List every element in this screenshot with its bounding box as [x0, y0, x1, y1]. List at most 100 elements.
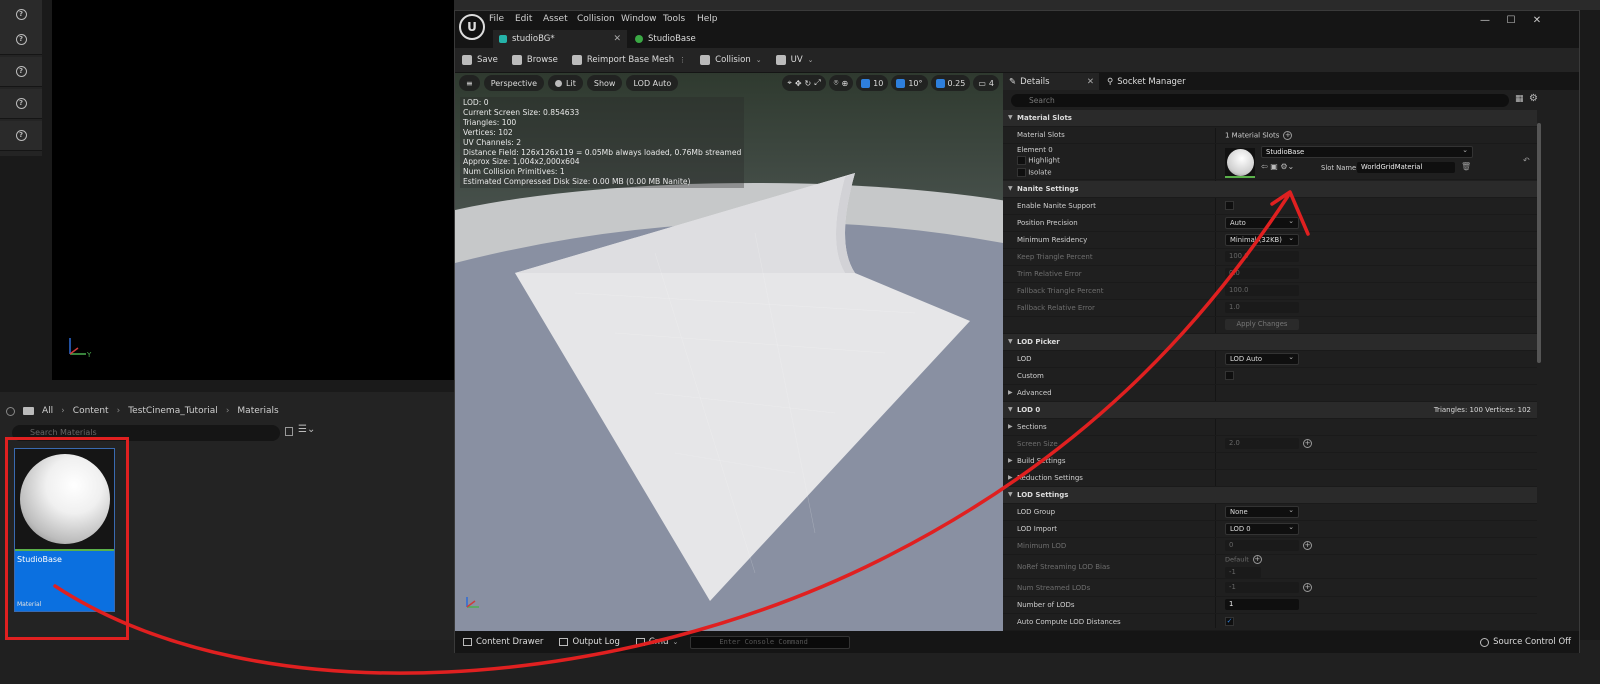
- slot-name-input[interactable]: WorldGridMaterial: [1357, 162, 1455, 173]
- row-build-settings[interactable]: ▶ Build Settings: [1003, 453, 1537, 470]
- highlight-checkbox-row[interactable]: Highlight: [1017, 156, 1060, 165]
- row-label: Auto Compute LOD Distances: [1017, 618, 1121, 626]
- scale-snap-button[interactable]: 0.25: [930, 75, 971, 91]
- content-drawer-button[interactable]: Content Drawer: [455, 631, 551, 653]
- table-view-icon[interactable]: ▦: [1515, 94, 1524, 104]
- lod-group-combo[interactable]: None: [1225, 505, 1299, 518]
- number-of-lods-input[interactable]: 1: [1225, 599, 1299, 610]
- collision-dropdown[interactable]: Collision ⌄: [693, 48, 768, 72]
- tab-socket-manager[interactable]: ⚲ Socket Manager: [1099, 77, 1186, 87]
- row-advanced[interactable]: ▶ Advanced: [1003, 385, 1537, 402]
- show-button[interactable]: Show: [586, 75, 623, 91]
- section-lod-picker[interactable]: ▼ LOD Picker: [1003, 334, 1537, 351]
- breadcrumb-all[interactable]: All: [42, 406, 53, 416]
- camera-speed-button[interactable]: ▭ 4: [973, 75, 999, 91]
- close-tab-icon[interactable]: ✕: [1087, 77, 1094, 87]
- apply-changes-button[interactable]: Apply Changes: [1225, 319, 1299, 330]
- isolate-checkbox[interactable]: [1017, 168, 1026, 177]
- slot-name-field[interactable]: WorldGridMaterial: [1357, 162, 1455, 173]
- reset-arrow-icon[interactable]: ↶: [1523, 156, 1530, 165]
- position-precision-combo[interactable]: Auto: [1225, 216, 1299, 229]
- auto-compute-checkbox[interactable]: ✓: [1225, 617, 1234, 626]
- background-viewport[interactable]: Y: [52, 0, 454, 380]
- grid-snap-button[interactable]: 10: [856, 75, 889, 91]
- material-combo[interactable]: StudioBase: [1261, 145, 1473, 158]
- lod-auto-button[interactable]: LOD Auto: [626, 75, 679, 91]
- tab-details[interactable]: ✎ Details ✕: [1003, 73, 1099, 90]
- console-command-input[interactable]: Enter Console Command: [690, 635, 851, 649]
- reimport-button[interactable]: Reimport Base Mesh ⋮: [565, 48, 693, 72]
- menu-edit[interactable]: Edit: [515, 14, 532, 24]
- row-reduction-settings[interactable]: ▶ Reduction Settings: [1003, 470, 1537, 487]
- select-mode-button[interactable]: ⌖ ✥ ↻ ⤢: [782, 75, 826, 91]
- use-selected-icon[interactable]: ⇦: [1261, 162, 1268, 171]
- help-button-4[interactable]: ?: [0, 89, 42, 119]
- section-material-slots[interactable]: ▼ Material Slots: [1003, 110, 1537, 127]
- browse-button[interactable]: Browse: [505, 48, 565, 72]
- help-button-5[interactable]: ?: [0, 121, 42, 151]
- chevron-right-icon: ›: [225, 406, 230, 416]
- more-options-icon[interactable]: ⋮: [679, 56, 686, 64]
- history-icon[interactable]: [6, 406, 15, 416]
- breadcrumb-testcinema[interactable]: TestCinema_Tutorial: [128, 406, 218, 416]
- perspective-button[interactable]: Perspective: [483, 75, 545, 91]
- screen-root: ? ? ? ? ? Y All › Content › TestCinema_Tut…: [0, 0, 1600, 684]
- close-window-icon[interactable]: ✕: [1527, 15, 1547, 26]
- collapse-arrow-icon: ▼: [1008, 491, 1013, 498]
- breadcrumb-content[interactable]: Content: [73, 406, 109, 416]
- close-tab-icon[interactable]: ✕: [613, 34, 621, 44]
- unreal-logo-icon[interactable]: U: [459, 14, 485, 40]
- minimum-residency-combo[interactable]: Minimal (32KB): [1225, 233, 1299, 246]
- trash-icon[interactable]: 🗑: [1461, 162, 1471, 171]
- highlight-checkbox[interactable]: [1017, 156, 1026, 165]
- row-sections[interactable]: ▶ Sections: [1003, 419, 1537, 436]
- folder-icon[interactable]: [23, 407, 34, 415]
- add-icon[interactable]: +: [1252, 555, 1262, 564]
- add-icon[interactable]: +: [1303, 540, 1312, 550]
- details-scrollbar[interactable]: [1537, 123, 1541, 363]
- lod-combo[interactable]: LOD Auto: [1225, 352, 1299, 365]
- minimize-icon[interactable]: —: [1475, 15, 1495, 26]
- menu-file[interactable]: File: [489, 14, 504, 24]
- save-button[interactable]: Save: [455, 48, 505, 72]
- add-icon[interactable]: +: [1303, 438, 1312, 448]
- add-icon[interactable]: +: [1303, 582, 1312, 592]
- browse-asset-icon[interactable]: ▣: [1270, 162, 1278, 171]
- lod-import-combo[interactable]: LOD 0: [1225, 522, 1299, 535]
- rotation-snap-button[interactable]: 10°: [891, 75, 928, 91]
- add-slot-icon[interactable]: +: [1283, 131, 1293, 140]
- section-lod-settings[interactable]: ▼ LOD Settings: [1003, 487, 1537, 504]
- surface-snap-button[interactable]: ⌾ ⊕: [828, 75, 854, 91]
- isolate-checkbox-row[interactable]: Isolate: [1017, 168, 1052, 177]
- row-value: 1: [1225, 599, 1299, 610]
- filter-icon[interactable]: ☰⌄: [298, 424, 315, 435]
- help-button-2[interactable]: ?: [0, 25, 42, 55]
- section-lod-0[interactable]: ▼ LOD 0 Triangles: 100 Vertices: 102: [1003, 402, 1537, 419]
- tab-studiobg[interactable]: studioBG* ✕: [493, 30, 627, 48]
- help-button-3[interactable]: ?: [0, 57, 42, 87]
- menu-asset[interactable]: Asset: [543, 14, 568, 24]
- material-thumbnail[interactable]: [1225, 148, 1255, 178]
- material-options-icon[interactable]: ⚙⌄: [1280, 162, 1294, 171]
- custom-checkbox[interactable]: [1225, 371, 1234, 380]
- cmd-dropdown[interactable]: Cmd ⌄: [628, 631, 687, 653]
- section-nanite-settings[interactable]: ▼ Nanite Settings: [1003, 181, 1537, 198]
- save-search-icon[interactable]: [285, 427, 293, 436]
- save-label: Save: [477, 55, 498, 65]
- source-control-button[interactable]: Source Control Off: [1480, 631, 1571, 653]
- menu-tools[interactable]: Tools: [663, 14, 685, 24]
- viewport-menu-button[interactable]: ≡: [459, 75, 480, 91]
- maximize-icon[interactable]: ☐: [1501, 15, 1521, 26]
- output-log-button[interactable]: Output Log: [551, 631, 627, 653]
- material-picker[interactable]: StudioBase: [1261, 145, 1473, 158]
- details-search-input[interactable]: Search: [1011, 94, 1509, 107]
- settings-gear-icon[interactable]: ⚙: [1529, 93, 1538, 104]
- breadcrumb-materials[interactable]: Materials: [237, 406, 278, 416]
- enable-nanite-checkbox[interactable]: [1225, 201, 1234, 210]
- menu-help[interactable]: Help: [697, 14, 718, 24]
- uv-dropdown[interactable]: UV ⌄: [769, 48, 821, 72]
- lit-button[interactable]: Lit: [548, 75, 583, 91]
- menu-window[interactable]: Window: [621, 14, 657, 24]
- tab-studiobase[interactable]: StudioBase: [629, 30, 719, 48]
- menu-collision[interactable]: Collision: [577, 14, 615, 24]
